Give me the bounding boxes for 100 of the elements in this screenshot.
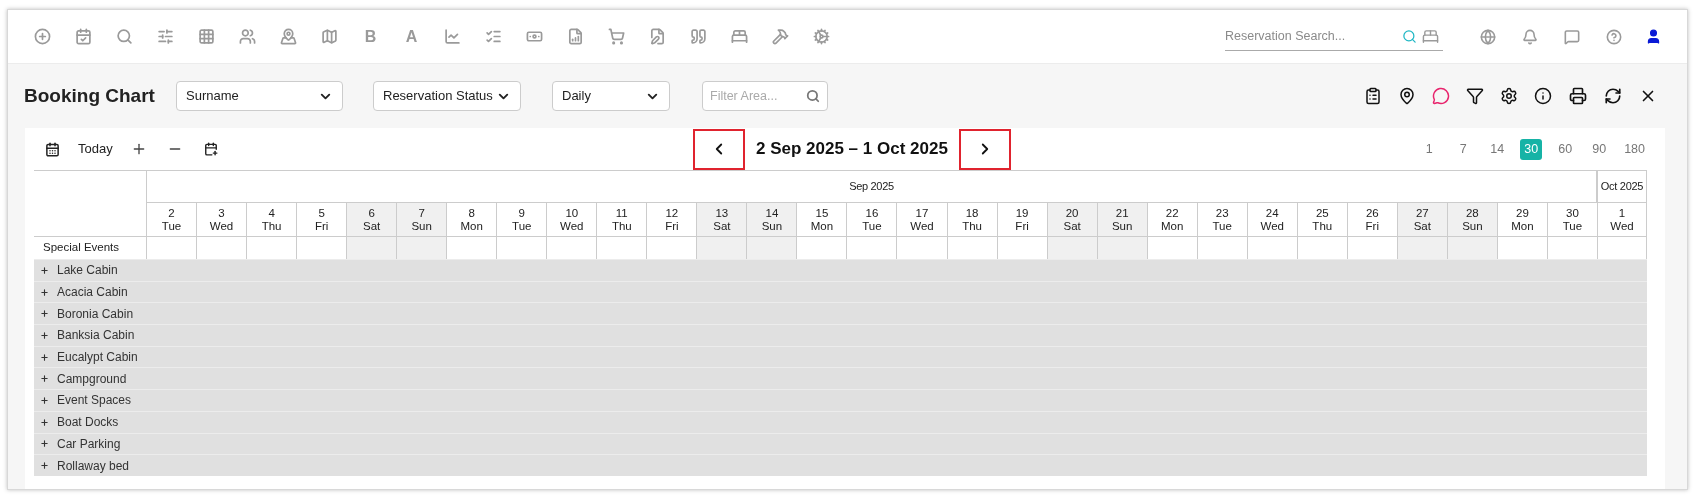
- day-header: 20 Sat: [1046, 202, 1097, 236]
- resource-name: Acacia Cabin: [57, 284, 128, 302]
- event-cell: [246, 236, 297, 259]
- zoom-level-button[interactable]: 60: [1554, 138, 1577, 160]
- today-button[interactable]: Today: [70, 139, 121, 159]
- day-header: 21 Sun: [1096, 202, 1147, 236]
- event-cell: [696, 236, 747, 259]
- resource-row-label[interactable]: Boronia Cabin: [34, 302, 146, 325]
- resource-row-label[interactable]: Event Spaces: [34, 389, 146, 411]
- resource-name: Eucalypt Cabin: [57, 349, 138, 367]
- event-cell: [1396, 236, 1447, 259]
- expand-icon[interactable]: [40, 417, 49, 427]
- page-title: Booking Chart: [24, 83, 156, 108]
- zoom-level-button[interactable]: 90: [1588, 138, 1611, 160]
- day-header: 14 Sun: [746, 202, 797, 236]
- resource-name: Lake Cabin: [57, 262, 118, 280]
- resource-row-label[interactable]: Boat Docks: [34, 410, 146, 433]
- filter-dropdown[interactable]: Daily: [552, 81, 670, 111]
- day-header: 25 Thu: [1296, 202, 1347, 236]
- expand-icon[interactable]: [40, 309, 49, 319]
- expand-icon[interactable]: [40, 461, 49, 471]
- resource-row-label[interactable]: Lake Cabin: [34, 259, 146, 281]
- event-cell: [646, 236, 697, 259]
- resource-name: Boronia Cabin: [57, 305, 134, 323]
- day-header: 7 Sun: [396, 202, 447, 236]
- day-header: 9 Tue: [496, 202, 547, 236]
- day-header: 19 Fri: [996, 202, 1047, 236]
- event-cell: [346, 236, 397, 259]
- event-cell: [746, 236, 797, 259]
- event-cell: [596, 236, 647, 259]
- filter-dropdown[interactable]: Surname: [176, 81, 343, 111]
- resource-name: Boat Docks: [57, 414, 119, 432]
- resource-row-label[interactable]: Car Parking: [34, 432, 146, 455]
- resource-name: Campground: [57, 370, 127, 388]
- zoom-level-button[interactable]: 14: [1486, 138, 1509, 160]
- zoom-level-button[interactable]: 7: [1452, 138, 1475, 160]
- next-button[interactable]: [958, 128, 1011, 170]
- day-header: 28 Sun: [1446, 202, 1497, 236]
- day-header: 1 Wed: [1596, 202, 1647, 236]
- bed-icon[interactable]: [1422, 27, 1439, 45]
- day-header: 5 Fri: [296, 202, 347, 236]
- resource-row-label[interactable]: Banksia Cabin: [34, 324, 146, 346]
- expand-icon[interactable]: [40, 330, 49, 340]
- previous-button[interactable]: [693, 128, 745, 170]
- day-header: 12 Fri: [646, 202, 697, 236]
- event-cell: [546, 236, 597, 259]
- zoom-level-button[interactable]: 1: [1418, 138, 1441, 160]
- day-header: 24 Wed: [1246, 202, 1297, 236]
- search-icon: [806, 89, 820, 103]
- filter-dropdown[interactable]: Reservation Status: [373, 81, 521, 111]
- filter-area-field[interactable]: Filter Area...: [702, 81, 828, 111]
- expand-icon[interactable]: [40, 287, 49, 297]
- day-header: 10 Wed: [546, 202, 597, 236]
- resource-row-label[interactable]: Rollaway bed: [34, 454, 146, 476]
- day-header: 2 Tue: [146, 202, 197, 236]
- expand-icon[interactable]: [40, 352, 49, 362]
- event-cell: [1446, 236, 1497, 259]
- day-header: 15 Mon: [796, 202, 847, 236]
- event-cell: [1196, 236, 1247, 259]
- zoom-level-button[interactable]: 180: [1622, 138, 1647, 160]
- day-header: 3 Wed: [196, 202, 247, 236]
- event-cell: [1046, 236, 1097, 259]
- day-header: 27 Sat: [1396, 202, 1447, 236]
- day-header: 8 Mon: [446, 202, 497, 236]
- day-header: 29 Mon: [1496, 202, 1547, 236]
- day-header: 18 Thu: [946, 202, 997, 236]
- resource-row-label[interactable]: Acacia Cabin: [34, 280, 146, 303]
- date-range: 2 Sep 2025 – 1 Oct 2025: [755, 138, 949, 161]
- expand-icon[interactable]: [40, 395, 49, 405]
- day-header: 13 Sat: [696, 202, 747, 236]
- event-cell: [1146, 236, 1197, 259]
- event-cell: [446, 236, 497, 259]
- resource-row-label[interactable]: Campground: [34, 367, 146, 390]
- resource-name: Banksia Cabin: [57, 327, 135, 345]
- event-cell: [1496, 236, 1547, 259]
- event-cell: [1096, 236, 1147, 259]
- event-cell: [396, 236, 447, 259]
- event-cell: [196, 236, 247, 259]
- event-cell: [946, 236, 997, 259]
- event-cell: [1246, 236, 1297, 259]
- resource-name: Rollaway bed: [57, 457, 130, 475]
- event-cell: [1596, 236, 1647, 259]
- resource-row-label[interactable]: Eucalypt Cabin: [34, 345, 146, 368]
- day-header: 26 Fri: [1346, 202, 1397, 236]
- day-header: 4 Thu: [246, 202, 297, 236]
- expand-icon[interactable]: [40, 265, 49, 275]
- resource-name: Car Parking: [57, 435, 121, 453]
- expand-icon[interactable]: [40, 374, 49, 384]
- event-cell: [1546, 236, 1597, 259]
- event-cell: [1346, 236, 1397, 259]
- day-header: 17 Wed: [896, 202, 947, 236]
- resource-name: Event Spaces: [57, 392, 132, 410]
- reservation-search-field[interactable]: Reservation Search...: [1225, 22, 1443, 51]
- expand-icon[interactable]: [40, 439, 49, 449]
- event-cell: [796, 236, 847, 259]
- day-header: 22 Mon: [1146, 202, 1197, 236]
- day-header: 23 Tue: [1196, 202, 1247, 236]
- event-cell: [846, 236, 897, 259]
- event-cell: [296, 236, 347, 259]
- day-header: 16 Tue: [846, 202, 897, 236]
